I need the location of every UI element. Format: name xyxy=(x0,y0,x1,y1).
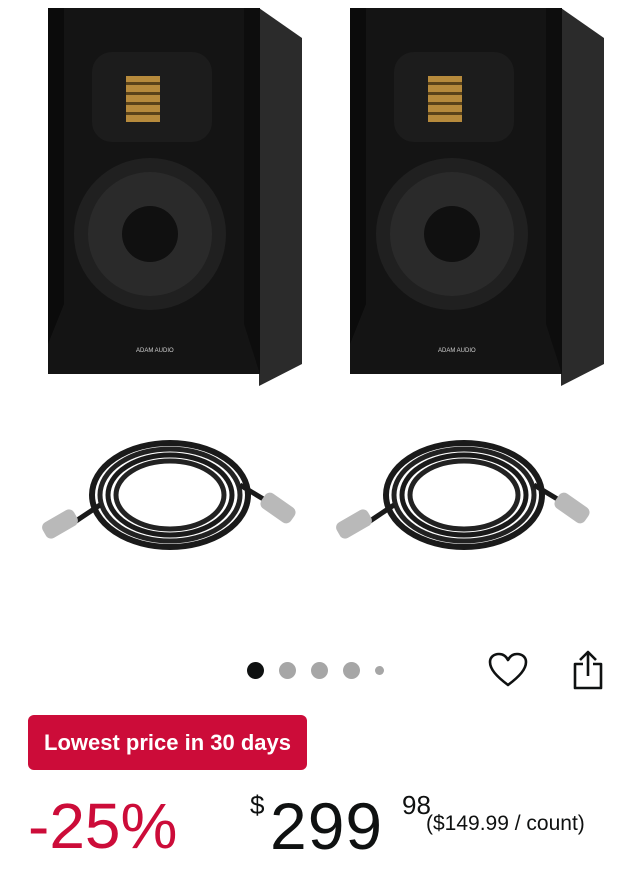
deal-badge-label: Lowest price in 30 days xyxy=(44,729,291,755)
discount-percentage: -25% xyxy=(28,790,178,862)
share-icon xyxy=(573,650,603,690)
carousel-dot-3[interactable] xyxy=(311,662,328,679)
price-currency-symbol: $ xyxy=(250,790,265,820)
xlr-cable-image-right xyxy=(336,440,590,550)
wishlist-button[interactable] xyxy=(486,648,530,692)
price-block: -25% $ 299 98 ($149.99 / count) xyxy=(28,786,628,866)
share-button[interactable] xyxy=(566,648,610,692)
carousel-dot-5[interactable] xyxy=(375,666,384,675)
carousel-indicator[interactable] xyxy=(247,662,384,679)
xlr-cable-image-left xyxy=(42,440,296,550)
speaker-image-left: ADAM AUDIO xyxy=(48,8,302,386)
price-whole: 299 xyxy=(270,789,384,863)
speaker-image-right: ADAM AUDIO xyxy=(350,8,604,386)
product-image-gallery[interactable]: ADAM AUDIO ADAM AUDIO xyxy=(0,0,640,640)
carousel-dot-4[interactable] xyxy=(343,662,360,679)
carousel-dot-2[interactable] xyxy=(279,662,296,679)
unit-price: ($149.99 / count) xyxy=(426,812,585,835)
deal-badge: Lowest price in 30 days xyxy=(28,715,307,770)
brand-text-right: ADAM AUDIO xyxy=(438,348,476,354)
carousel-dot-1[interactable] xyxy=(247,662,264,679)
heart-icon xyxy=(488,652,528,687)
brand-text-left: ADAM AUDIO xyxy=(136,348,174,354)
